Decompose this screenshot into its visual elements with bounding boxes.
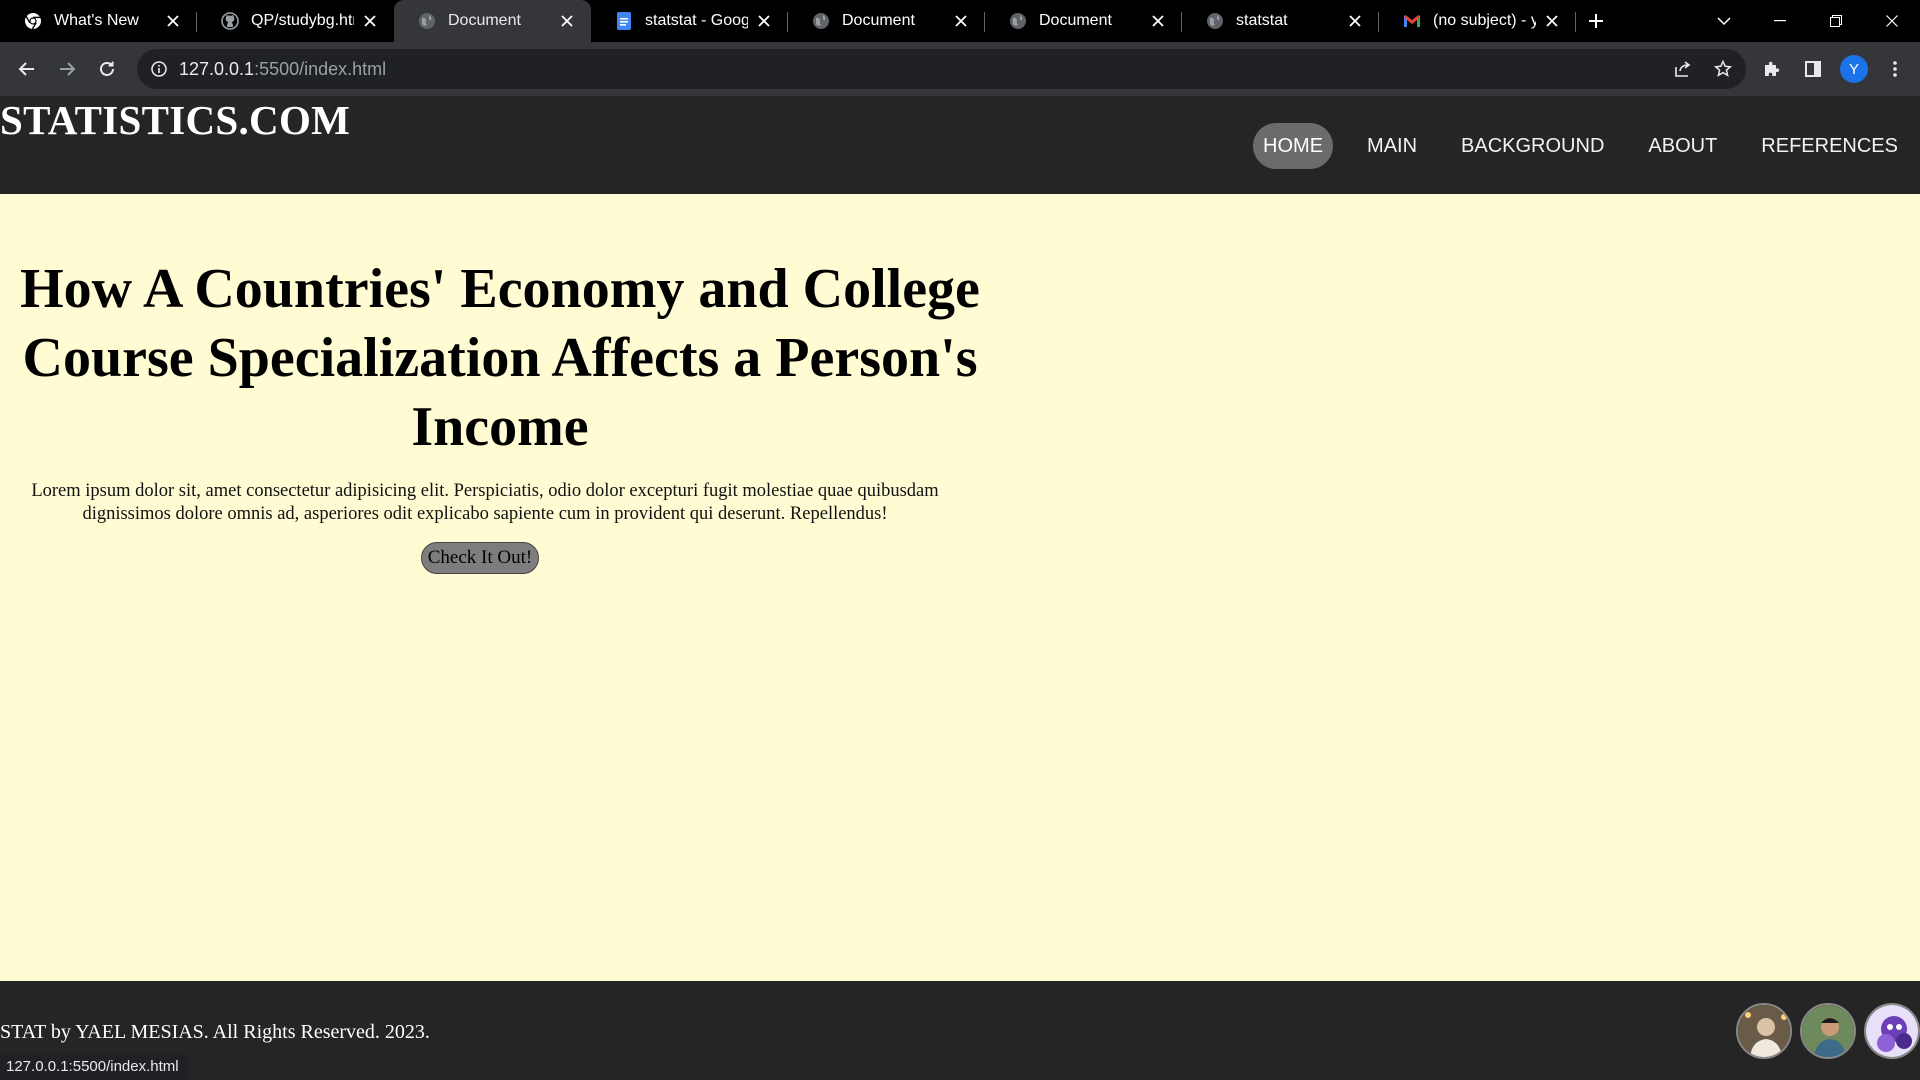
team-photo [1800, 1003, 1856, 1059]
browser-tab[interactable]: Document [985, 0, 1182, 42]
browser-tab-active[interactable]: Document [394, 0, 591, 42]
browser-tab[interactable]: statstat - Google [591, 0, 788, 42]
tab-title: Document [1039, 12, 1112, 29]
reload-button[interactable] [87, 49, 127, 89]
tab-title: statstat - Google [645, 12, 748, 29]
minimize-button[interactable] [1752, 0, 1808, 42]
globe-icon [812, 12, 830, 30]
browser-tab-strip: What's New QP/studybg.html Document stat… [0, 0, 1920, 42]
address-bar[interactable]: 127.0.0.1:5500/index.html [137, 49, 1746, 89]
main-nav: HOME MAIN BACKGROUND ABOUT REFERENCES [1253, 123, 1920, 169]
tab-title: Document [448, 12, 521, 29]
url-path: :5500/index.html [254, 58, 387, 79]
nav-item-references[interactable]: REFERENCES [1739, 123, 1920, 169]
gmail-icon [1403, 12, 1421, 30]
close-icon[interactable] [754, 11, 774, 31]
chevron-down-icon [1717, 17, 1731, 26]
tab-separator [1575, 12, 1576, 32]
close-icon [1886, 15, 1898, 27]
tab-title: statstat [1236, 12, 1288, 29]
globe-icon [1206, 12, 1224, 30]
tab-title: What's New [54, 12, 139, 29]
close-icon[interactable] [1148, 11, 1168, 31]
minimize-icon [1774, 20, 1786, 22]
nav-item-main[interactable]: MAIN [1345, 123, 1439, 169]
site-footer: STAT by YAEL MESIAS. All Rights Reserved… [0, 981, 1920, 1080]
close-icon[interactable] [951, 11, 971, 31]
arrow-left-icon [18, 62, 34, 76]
hero-section: How A Countries' Economy and College Cou… [20, 255, 980, 574]
site-header: STATISTICS.COM HOME MAIN BACKGROUND ABOU… [0, 96, 1920, 194]
chrome-icon [24, 12, 42, 30]
globe-icon [1009, 12, 1027, 30]
reload-icon [100, 61, 114, 76]
new-tab-button[interactable] [1576, 0, 1616, 42]
back-button[interactable] [7, 49, 47, 89]
browser-toolbar: 127.0.0.1:5500/index.html Y [0, 42, 1920, 96]
team-photo [1736, 1003, 1792, 1059]
close-icon[interactable] [360, 11, 380, 31]
close-icon[interactable] [1542, 11, 1562, 31]
tab-title: Document [842, 12, 915, 29]
google-docs-icon [615, 12, 633, 30]
side-panel-icon[interactable] [1798, 54, 1828, 84]
bookmark-star-icon[interactable] [1708, 54, 1738, 84]
share-icon[interactable] [1668, 54, 1698, 84]
browser-tab[interactable]: What's New [0, 0, 197, 42]
close-icon[interactable] [557, 11, 577, 31]
close-icon[interactable] [1345, 11, 1365, 31]
close-window-button[interactable] [1864, 0, 1920, 42]
status-bar-url: 127.0.0.1:5500/index.html [0, 1054, 189, 1080]
nav-item-about[interactable]: ABOUT [1626, 123, 1739, 169]
forward-button[interactable] [47, 49, 87, 89]
check-it-out-button[interactable]: Check It Out! [420, 542, 540, 574]
team-photo [1864, 1003, 1920, 1059]
nav-item-home[interactable]: HOME [1253, 123, 1334, 169]
nav-item-background[interactable]: BACKGROUND [1439, 123, 1626, 169]
browser-tab[interactable]: statstat [1182, 0, 1379, 42]
url-text: 127.0.0.1:5500/index.html [179, 59, 386, 80]
tab-title: QP/studybg.html [251, 12, 354, 29]
hero-description: Lorem ipsum dolor sit, amet consectetur … [31, 481, 939, 524]
footer-copyright: STAT by YAEL MESIAS. All Rights Reserved… [0, 1021, 430, 1043]
github-icon [221, 12, 239, 30]
globe-icon [418, 12, 436, 30]
close-icon[interactable] [163, 11, 183, 31]
tab-title: (no subject) - ya [1433, 12, 1536, 29]
arrow-right-icon [60, 62, 76, 76]
team-photos [1736, 1003, 1920, 1059]
tab-search-button[interactable] [1696, 0, 1752, 42]
browser-tab[interactable]: (no subject) - ya [1379, 0, 1576, 42]
browser-tab[interactable]: QP/studybg.html [197, 0, 394, 42]
profile-avatar[interactable]: Y [1840, 55, 1868, 83]
more-menu-icon[interactable] [1880, 54, 1910, 84]
restore-button[interactable] [1808, 0, 1864, 42]
hero-title: How A Countries' Economy and College Cou… [20, 258, 980, 458]
restore-icon [1830, 15, 1842, 27]
site-info-icon[interactable] [149, 59, 169, 79]
url-host: 127.0.0.1 [179, 58, 255, 79]
browser-tab[interactable]: Document [788, 0, 985, 42]
plus-icon [1589, 14, 1603, 28]
site-logo[interactable]: STATISTICS.COM [0, 96, 350, 144]
extensions-puzzle-icon[interactable] [1756, 54, 1786, 84]
